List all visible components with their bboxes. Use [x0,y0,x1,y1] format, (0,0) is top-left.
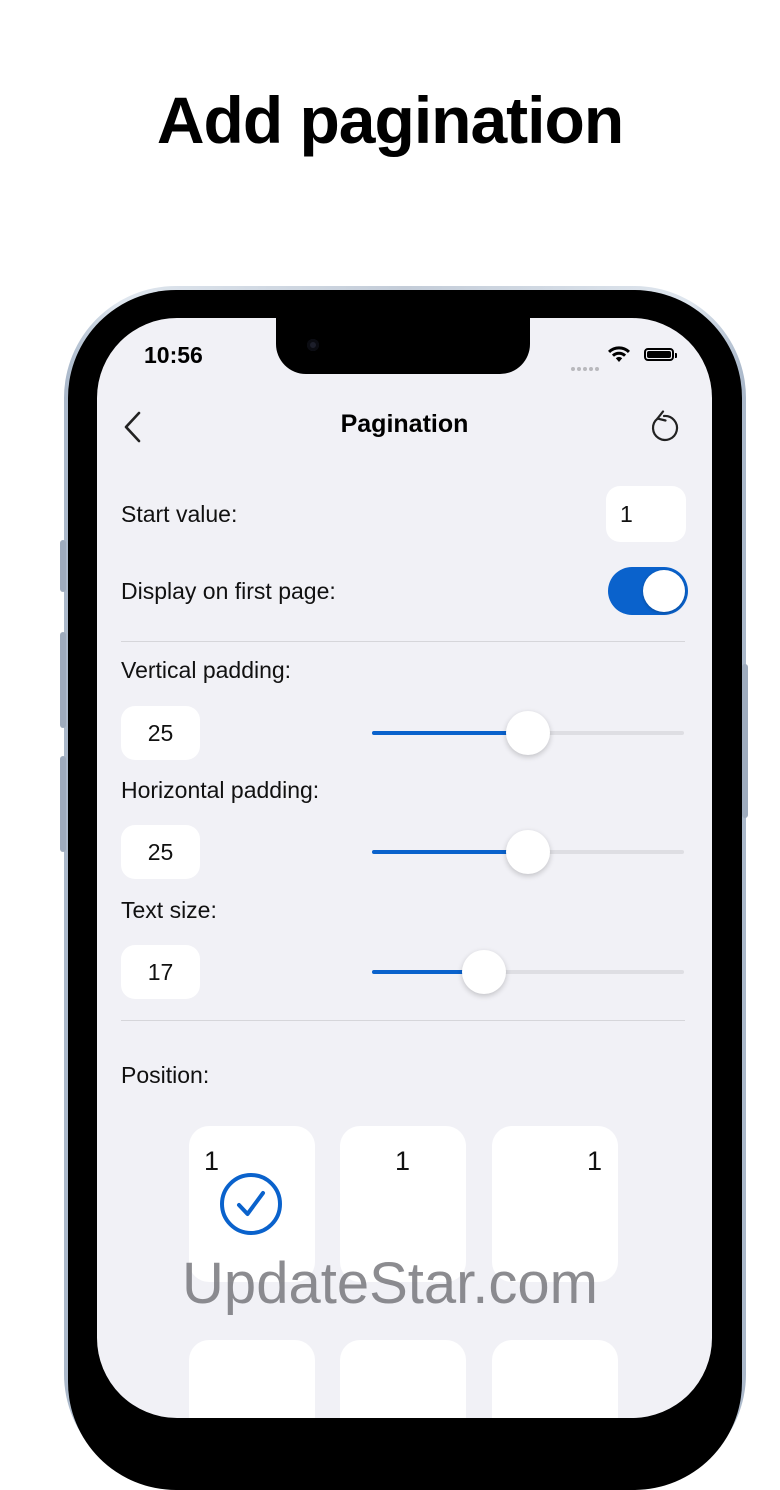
divider [121,1020,685,1021]
slider-thumb[interactable] [462,950,507,994]
position-number: 1 [395,1146,411,1176]
undo-icon[interactable] [647,410,681,444]
display-first-page-label: Display on first page: [121,578,336,604]
slider-fill [372,850,528,854]
vertical-padding-slider[interactable] [372,711,684,755]
start-value-field[interactable]: 1 [606,486,686,542]
vertical-padding-value: 25 [147,719,174,746]
volume-down-button [60,756,66,852]
vertical-padding-label: Vertical padding: [121,657,292,683]
position-number: 1 [204,1146,220,1176]
toggle-knob [643,570,685,612]
nav-title: Pagination [340,410,469,438]
watermark: UpdateStar.com [182,1251,598,1316]
checkmark-circle-icon [220,1173,282,1235]
volume-up-button [60,632,66,728]
display-first-page-toggle[interactable] [608,567,688,615]
battery-icon [644,348,677,361]
notch [276,318,530,374]
text-size-slider[interactable] [372,950,684,994]
mute-switch [60,540,66,592]
start-value-label: Start value: [121,501,238,527]
position-label: Position: [121,1062,210,1088]
camera-icon [307,339,319,351]
horizontal-padding-slider[interactable] [372,830,684,874]
text-size-field[interactable]: 17 [121,945,200,999]
slider-thumb[interactable] [506,711,550,755]
position-option-bottom-left[interactable] [189,1340,315,1418]
position-option-bottom-center[interactable] [340,1340,466,1418]
slider-thumb[interactable] [506,830,550,874]
horizontal-padding-value: 25 [147,838,174,865]
power-button [742,664,748,818]
divider [121,641,685,642]
horizontal-padding-label: Horizontal padding: [121,777,320,803]
status-time: 10:56 [144,342,203,368]
position-option-bottom-right[interactable] [492,1340,618,1418]
horizontal-padding-field[interactable]: 25 [121,825,200,879]
slider-fill [372,731,528,735]
headline: Add pagination [156,83,624,157]
wifi-icon [608,346,630,362]
text-size-label: Text size: [121,897,217,923]
position-number: 1 [586,1146,602,1176]
text-size-value: 17 [147,958,174,985]
start-value-text: 1 [620,500,633,527]
vertical-padding-field[interactable]: 25 [121,706,200,760]
signal-icon [571,358,601,376]
